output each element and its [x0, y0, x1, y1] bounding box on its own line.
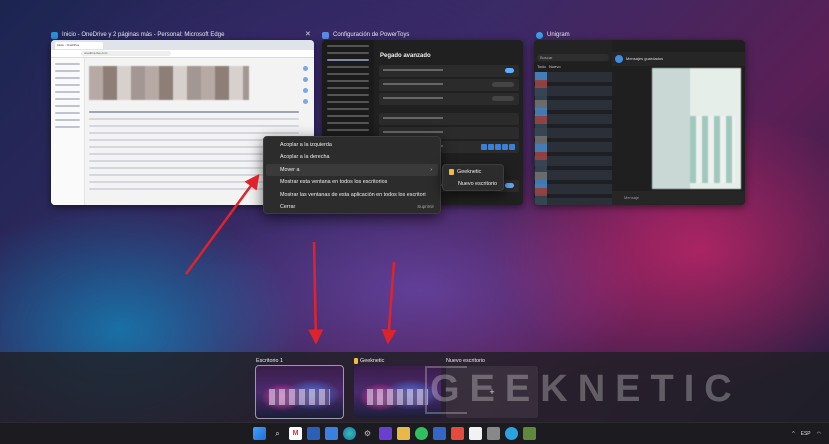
watermark: GEEKNETIC	[430, 368, 742, 410]
edge-icon[interactable]	[343, 427, 356, 440]
desktop-preview	[255, 365, 344, 419]
language-indicator[interactable]: ESP	[801, 431, 811, 437]
desktop-label: Geeknetic	[354, 356, 441, 366]
new-desktop-label: Nuevo escritorio	[446, 358, 485, 364]
files-icon[interactable]	[397, 427, 410, 440]
wifi-icon[interactable]: ◠	[817, 431, 821, 437]
calendar-icon[interactable]	[469, 427, 482, 440]
desktop-thumbnail-1[interactable]: Escritorio 1	[255, 356, 344, 419]
telegram-icon[interactable]	[505, 427, 518, 440]
taskbar: ⌕ M ⚙ ^ ESP ◠	[0, 422, 829, 444]
windows-icon[interactable]	[253, 427, 266, 440]
security-icon[interactable]	[487, 427, 500, 440]
todoist-icon[interactable]	[451, 427, 464, 440]
system-tray: ^ ESP ◠	[792, 423, 821, 444]
docs-icon[interactable]	[325, 427, 338, 440]
word-icon[interactable]	[307, 427, 320, 440]
whatsapp-icon[interactable]	[415, 427, 428, 440]
obsidian-icon[interactable]	[379, 427, 392, 440]
desktop-label: Escritorio 1	[256, 358, 283, 364]
taskbar-icons: ⌕ M ⚙	[253, 427, 536, 440]
arrow-to-desktop-geeknetic	[381, 261, 397, 345]
folder-icon	[354, 358, 358, 364]
arrow-to-desktop-1	[308, 241, 324, 345]
minecraft-icon[interactable]	[523, 427, 536, 440]
gmail-icon[interactable]: M	[289, 427, 302, 440]
arrow-to-menu	[184, 173, 260, 275]
powertoys-icon[interactable]	[433, 427, 446, 440]
search-icon[interactable]: ⌕	[271, 427, 284, 440]
chevron-up-icon[interactable]: ^	[792, 431, 794, 437]
settings-icon[interactable]: ⚙	[361, 427, 374, 440]
